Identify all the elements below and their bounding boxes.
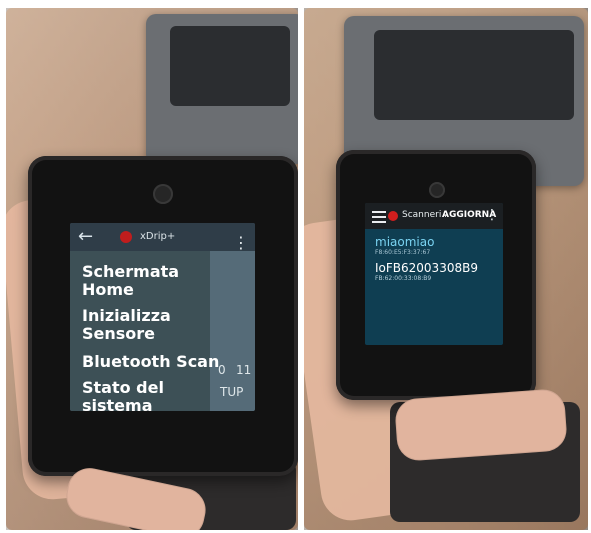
right-top-bar: Scanneri.. AGGIORNA ⋮ <box>365 203 503 229</box>
thumb-right <box>394 388 568 462</box>
device-address-2: FB:62:00:33:08:B9 <box>375 275 432 282</box>
more-vertical-icon-right[interactable]: ⋮ <box>485 207 499 223</box>
back-arrow-icon[interactable]: ← <box>78 227 98 247</box>
more-vertical-icon[interactable]: ⋮ <box>233 233 249 252</box>
menu-item-start-sensor[interactable]: Inizializza Sensore <box>82 307 202 343</box>
device-address-1: F8:60:E5:F3:37:67 <box>375 249 431 256</box>
menu-item-bluetooth-scan[interactable]: Bluetooth Scan <box>82 353 219 371</box>
device-name-2[interactable]: IoFB62003308B9 <box>375 261 478 275</box>
xdrip-logo-icon <box>120 231 132 243</box>
navigation-drawer: Schermata Home Inizializza Sensore Bluet… <box>70 251 219 412</box>
left-app-title: xDrip+ <box>140 231 176 242</box>
laptop-keyboard-right <box>374 30 574 120</box>
menu-item-system-status[interactable]: Stato del sistema <box>82 379 192 412</box>
left-photo: ← xDrip+ ⋮ 0 11 TUP Schermata Home Inizi… <box>6 8 298 530</box>
left-background-panel: 0 11 TUP <box>210 251 255 411</box>
camera-lens-right <box>429 182 445 198</box>
menu-item-home[interactable]: Schermata Home <box>82 263 192 299</box>
camera-lens <box>153 184 173 204</box>
xdrip-logo-icon-right <box>388 211 398 221</box>
watch-screen-left: ← xDrip+ ⋮ 0 11 TUP Schermata Home Inizi… <box>70 223 255 411</box>
left-top-bar: ← xDrip+ ⋮ <box>70 223 255 253</box>
laptop-keyboard <box>170 26 290 106</box>
bg-fragment-3: TUP <box>220 385 244 399</box>
right-photo: Scanneri.. AGGIORNA ⋮ miaomiao F8:60:E5:… <box>304 8 588 530</box>
device-name-1[interactable]: miaomiao <box>375 235 434 249</box>
hamburger-icon[interactable] <box>372 211 386 223</box>
watch-screen-right: Scanneri.. AGGIORNA ⋮ miaomiao F8:60:E5:… <box>365 203 503 345</box>
bg-fragment-2: 11 <box>236 363 252 377</box>
scanner-title: Scanneri.. <box>402 210 448 220</box>
